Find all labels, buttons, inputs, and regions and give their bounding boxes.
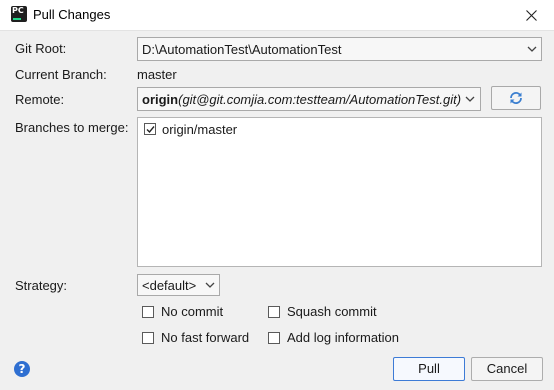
help-icon[interactable]: ? xyxy=(14,361,30,377)
no-fast-forward-checkbox[interactable] xyxy=(142,332,154,344)
remote-url: (git@git.comjia.com:testteam/AutomationT… xyxy=(178,92,462,107)
no-commit-checkbox[interactable] xyxy=(142,306,154,318)
window-title: Pull Changes xyxy=(33,7,111,22)
remote-name: origin xyxy=(142,92,179,107)
title-bar: PC Pull Changes xyxy=(0,0,554,31)
add-log-checkbox[interactable] xyxy=(268,332,280,344)
remote-dropdown[interactable]: origin(git@git.comjia.com:testteam/Autom… xyxy=(137,87,481,111)
git-root-label: Git Root: xyxy=(15,41,67,56)
pycharm-app-icon: PC xyxy=(11,6,27,22)
squash-commit-label: Squash commit xyxy=(287,304,377,319)
refresh-icon xyxy=(510,92,522,104)
branch-item-label: origin/master xyxy=(162,122,238,137)
git-root-value: D:\AutomationTest\AutomationTest xyxy=(142,42,342,57)
strategy-value: <default> xyxy=(142,278,197,293)
close-button[interactable] xyxy=(508,0,554,30)
chevron-down-icon xyxy=(205,282,215,288)
add-log-label: Add log information xyxy=(287,330,400,345)
branch-checkbox[interactable] xyxy=(144,123,156,135)
git-root-dropdown[interactable]: D:\AutomationTest\AutomationTest xyxy=(137,37,542,61)
no-commit-label: No commit xyxy=(161,304,224,319)
chevron-down-icon xyxy=(527,46,537,52)
current-branch-label: Current Branch: xyxy=(15,67,107,82)
current-branch-value: master xyxy=(137,67,177,82)
pull-button[interactable]: Pull xyxy=(393,357,465,381)
remote-label: Remote: xyxy=(15,92,65,107)
checkmark-icon xyxy=(146,126,155,134)
branches-label: Branches to merge: xyxy=(15,120,129,135)
branches-list[interactable]: origin/master xyxy=(137,117,542,267)
refresh-remote-button[interactable] xyxy=(491,86,541,110)
close-icon xyxy=(526,10,537,21)
strategy-dropdown[interactable]: <default> xyxy=(137,274,220,296)
chevron-down-icon xyxy=(465,96,475,102)
no-fast-forward-label: No fast forward xyxy=(161,330,250,345)
squash-commit-checkbox[interactable] xyxy=(268,306,280,318)
strategy-label: Strategy: xyxy=(15,278,68,293)
cancel-button[interactable]: Cancel xyxy=(471,357,543,381)
